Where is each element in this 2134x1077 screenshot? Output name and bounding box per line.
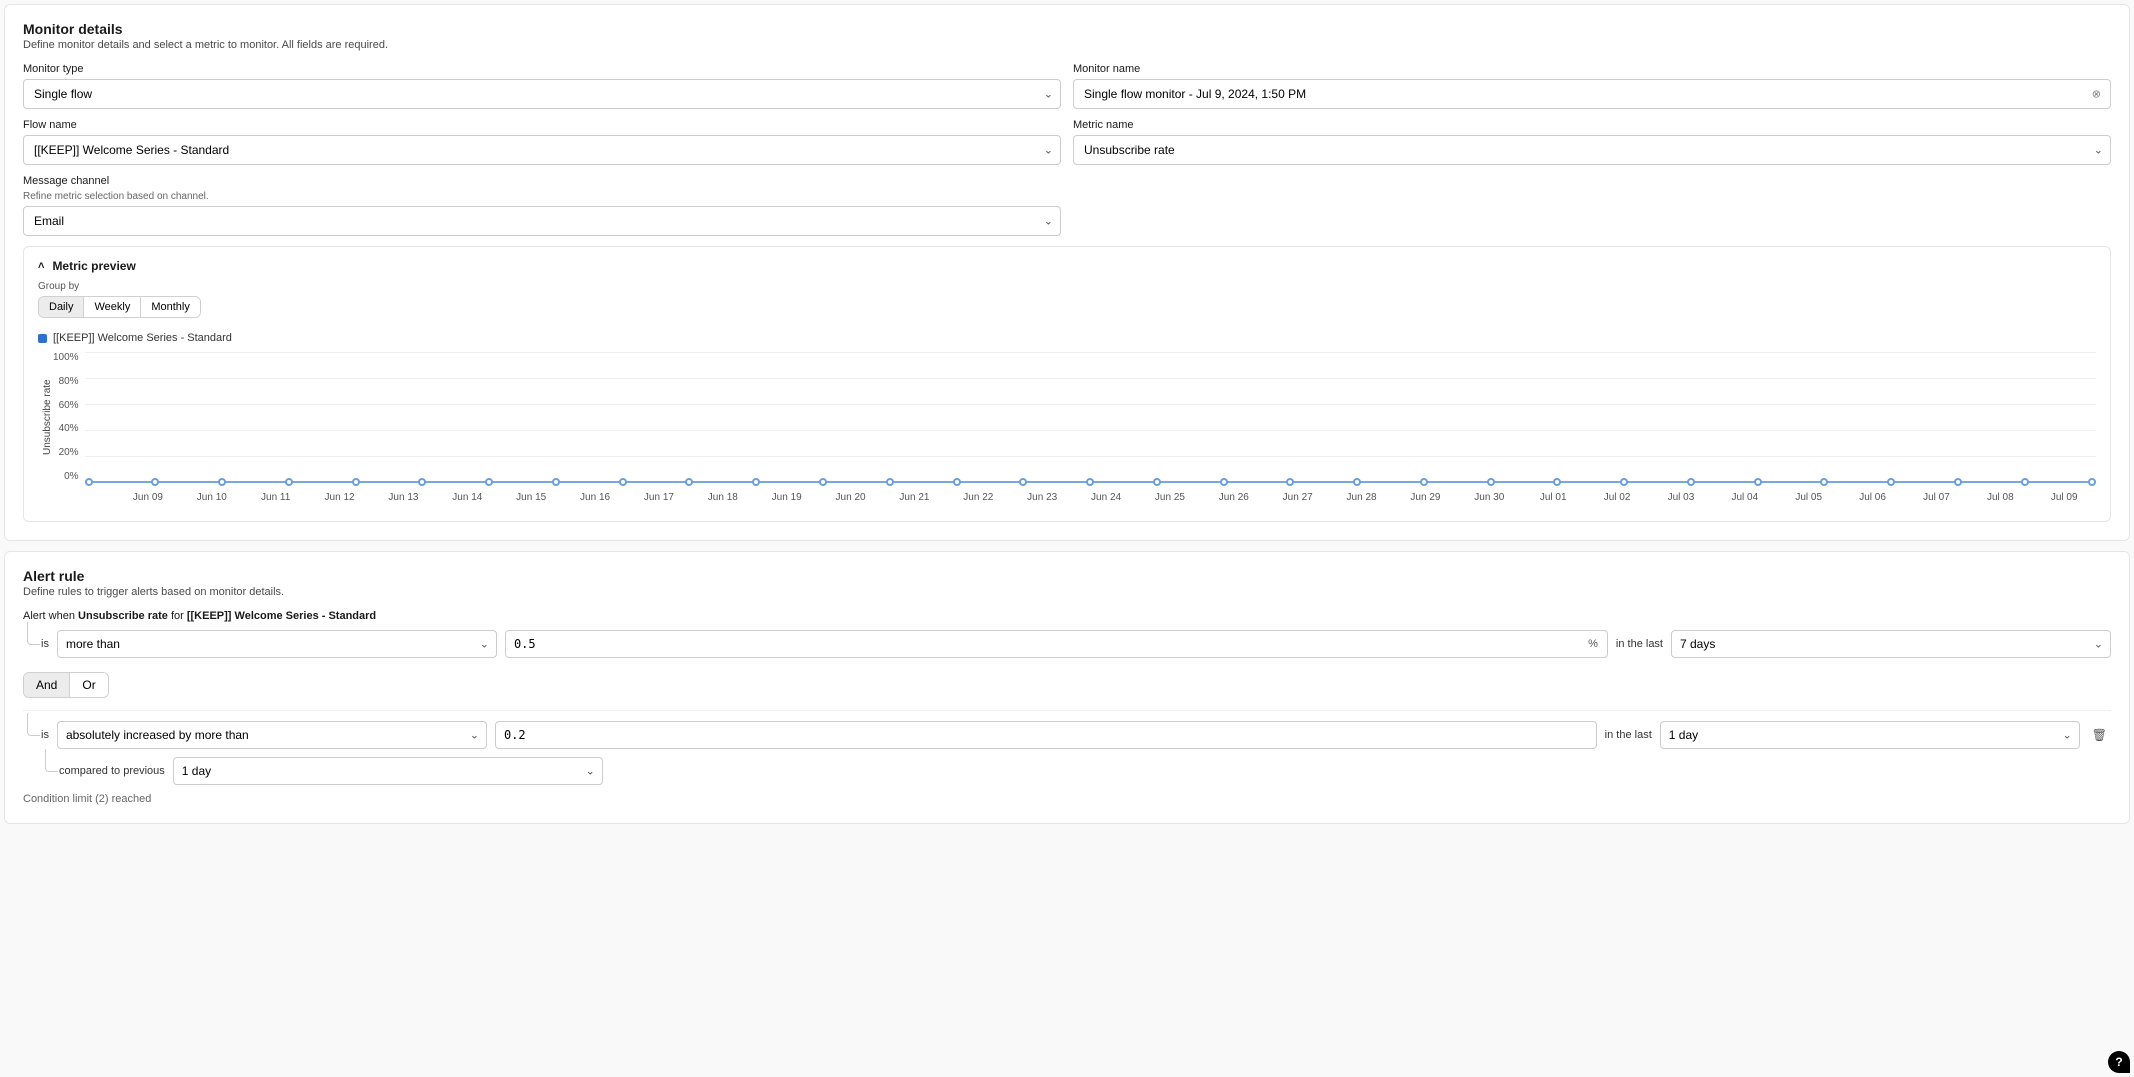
monitor-type-label: Monitor type: [23, 63, 1061, 75]
metric-name-select[interactable]: [1073, 135, 2111, 165]
chart-point[interactable]: [1153, 478, 1161, 486]
monitor-name-label: Monitor name: [1073, 63, 2111, 75]
is-label: is: [41, 638, 49, 650]
trash-icon: 🗑: [2092, 728, 2107, 742]
x-axis-ticks: Jun 09Jun 10Jun 11Jun 12Jun 13Jun 14Jun …: [116, 492, 2096, 503]
chart-point[interactable]: [1820, 478, 1828, 486]
cond2-compare-window-select[interactable]: [173, 757, 603, 785]
metric-preview-panel: ˄ Metric preview Group by Daily Weekly M…: [23, 246, 2111, 522]
legend-swatch-icon: [38, 334, 47, 343]
chart-point[interactable]: [218, 478, 226, 486]
chart-point[interactable]: [1353, 478, 1361, 486]
alert-rule-desc: Define rules to trigger alerts based on …: [23, 586, 2111, 598]
message-channel-label: Message channel: [23, 175, 1061, 187]
chart-point[interactable]: [1487, 478, 1495, 486]
alert-rule-title: Alert rule: [23, 568, 2111, 584]
message-channel-sub: Refine metric selection based on channel…: [23, 191, 1061, 202]
alert-rule-card: Alert rule Define rules to trigger alert…: [4, 551, 2130, 824]
divider: [23, 710, 2111, 711]
flow-name-label: Flow name: [23, 119, 1061, 131]
and-or-toggle: And Or: [23, 672, 109, 698]
condition-limit-note: Condition limit (2) reached: [23, 793, 2111, 805]
group-by-segmented: Daily Weekly Monthly: [38, 296, 201, 318]
chart-point[interactable]: [1220, 478, 1228, 486]
metric-preview-toggle[interactable]: ˄ Metric preview: [38, 259, 2096, 273]
chart-point[interactable]: [685, 478, 693, 486]
chart-point[interactable]: [1954, 478, 1962, 486]
group-by-monthly[interactable]: Monthly: [140, 297, 200, 317]
chart-point[interactable]: [485, 478, 493, 486]
is-label: is: [41, 729, 49, 741]
chart-point[interactable]: [1553, 478, 1561, 486]
legend-label: [[KEEP]] Welcome Series - Standard: [53, 332, 232, 344]
monitor-type-select[interactable]: [23, 79, 1061, 109]
group-by-weekly[interactable]: Weekly: [83, 297, 140, 317]
chart-legend: [[KEEP]] Welcome Series - Standard: [38, 332, 2096, 344]
chart-point[interactable]: [85, 478, 93, 486]
monitor-details-desc: Define monitor details and select a metr…: [23, 39, 2111, 51]
chart-point[interactable]: [953, 478, 961, 486]
monitor-details-title: Monitor details: [23, 21, 2111, 37]
cond2-window-select[interactable]: [1660, 721, 2080, 749]
chart-point[interactable]: [752, 478, 760, 486]
monitor-name-input[interactable]: [1073, 79, 2111, 109]
metric-name-label: Metric name: [1073, 119, 2111, 131]
delete-condition-button[interactable]: 🗑: [2088, 724, 2111, 746]
help-button[interactable]: ?: [2108, 1051, 2130, 1073]
chart-point[interactable]: [1086, 478, 1094, 486]
chart-point[interactable]: [2021, 478, 2029, 486]
chart-point[interactable]: [285, 478, 293, 486]
cond1-value-input[interactable]: [505, 630, 1608, 658]
message-channel-select[interactable]: [23, 206, 1061, 236]
metric-preview-title: Metric preview: [52, 259, 135, 273]
chart-point[interactable]: [151, 478, 159, 486]
compared-to-label: compared to previous: [59, 765, 165, 777]
alert-rule-sentence: Alert when Unsubscribe rate for [[KEEP]]…: [23, 610, 2111, 622]
chevron-up-icon: ˄: [38, 260, 44, 272]
chart-point[interactable]: [819, 478, 827, 486]
chart-point[interactable]: [886, 478, 894, 486]
y-axis-title: Unsubscribe rate: [38, 352, 53, 482]
cond1-window-select[interactable]: [1671, 630, 2111, 658]
chart-point[interactable]: [1620, 478, 1628, 486]
chart-point[interactable]: [418, 478, 426, 486]
chart-plot: [85, 352, 2096, 482]
cond1-operator-select[interactable]: [57, 630, 497, 658]
chart: Unsubscribe rate 100%80%60%40%20%0%: [38, 352, 2096, 482]
chart-point[interactable]: [619, 478, 627, 486]
chart-point[interactable]: [1754, 478, 1762, 486]
condition-row-1: is ⌄ % in the last ⌄: [41, 630, 2111, 658]
chart-point[interactable]: [1420, 478, 1428, 486]
group-by-daily[interactable]: Daily: [39, 297, 83, 317]
condition-row-2: is ⌄ in the last ⌄ 🗑: [41, 721, 2111, 749]
and-button[interactable]: And: [24, 673, 69, 697]
chart-point[interactable]: [1687, 478, 1695, 486]
condition-row-2-compare: compared to previous ⌄: [59, 757, 2111, 785]
in-the-last-label: in the last: [1616, 638, 1663, 650]
monitor-details-card: Monitor details Define monitor details a…: [4, 4, 2130, 541]
chart-point[interactable]: [1286, 478, 1294, 486]
in-the-last-label: in the last: [1605, 729, 1652, 741]
chart-point[interactable]: [1019, 478, 1027, 486]
group-by-label: Group by: [38, 281, 2096, 292]
or-button[interactable]: Or: [69, 673, 107, 697]
y-axis-ticks: 100%80%60%40%20%0%: [53, 352, 85, 482]
chart-point[interactable]: [552, 478, 560, 486]
cond2-operator-select[interactable]: [57, 721, 487, 749]
cond2-value-input[interactable]: [495, 721, 1597, 749]
clear-icon[interactable]: ⊗: [2092, 88, 2101, 101]
chart-point[interactable]: [352, 478, 360, 486]
cond1-unit: %: [1588, 638, 1598, 650]
flow-name-select[interactable]: [23, 135, 1061, 165]
chart-point[interactable]: [1887, 478, 1895, 486]
chart-point[interactable]: [2088, 478, 2096, 486]
